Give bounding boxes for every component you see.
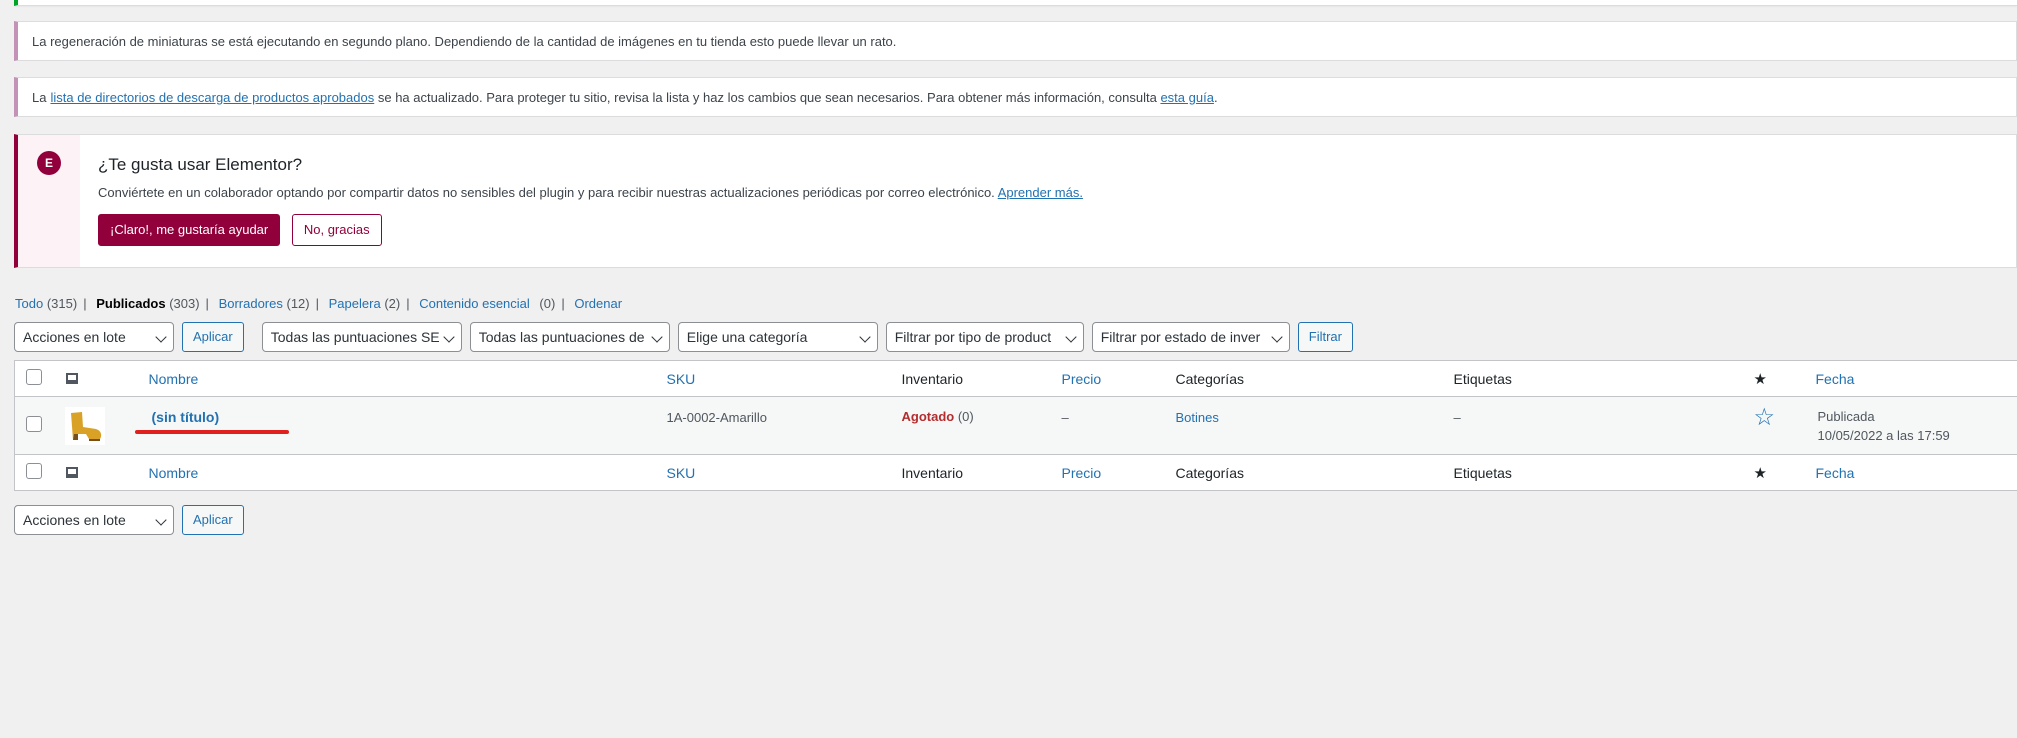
stock-status-filter-value: Filtrar por estado de inver [1100, 329, 1261, 345]
bulk-actions-value: Acciones en lote [23, 512, 126, 528]
guide-link[interactable]: esta guía [1160, 90, 1214, 105]
thumbnail-regeneration-notice: La regeneración de miniaturas se está ej… [14, 21, 2017, 61]
product-sku: 1A-0002-Amarillo [666, 410, 767, 425]
view-count: (315) [46, 296, 78, 311]
elementor-notice-title: ¿Te gusta usar Elementor? [98, 155, 303, 174]
notice-text: . [1213, 89, 1218, 105]
product-tags: – [1453, 410, 1461, 425]
product-type-filter-value: Filtrar por tipo de product [894, 329, 1052, 345]
image-icon [65, 466, 78, 478]
chevron-down-icon [1065, 331, 1077, 343]
elementor-logo-area: E [18, 135, 80, 267]
chevron-down-icon [155, 514, 167, 526]
elementor-logo-icon: E [37, 151, 61, 175]
chevron-down-icon [1271, 331, 1283, 343]
view-count: (0) [539, 296, 556, 311]
chevron-down-icon [443, 331, 455, 343]
categories-column-header: Categorías [1175, 370, 1244, 387]
view-essential-content[interactable]: Contenido esencial [419, 296, 530, 311]
decline-tracking-button[interactable]: No, gracias [291, 214, 382, 246]
apply-bulk-button-bottom[interactable]: Aplicar [182, 505, 244, 535]
elementor-optin-notice: E ¿Te gusta usar Elementor? Conviértete … [14, 134, 2017, 268]
featured-star-icon[interactable]: ★ [1754, 465, 1767, 482]
image-icon [65, 372, 78, 384]
chevron-down-icon [859, 331, 871, 343]
products-table: Nombre SKU Inventario Precio Categorías … [14, 360, 2017, 491]
notice-text: La [32, 89, 47, 105]
ratings-filter-value: Todas las puntuaciones SE [270, 329, 440, 345]
stock-count: (0) [957, 409, 974, 424]
product-price: – [1061, 410, 1069, 425]
date-status: Publicada [1817, 409, 1875, 424]
sort-price-column[interactable]: Precio [1062, 465, 1102, 481]
sort-name-column[interactable]: Nombre [149, 465, 199, 481]
boot-thumbnail-icon[interactable] [64, 406, 105, 445]
categories-column-header: Categorías [1175, 464, 1244, 481]
table-row: (sin título) 1A-0002-Amarillo Agotado (0… [14, 396, 2017, 455]
annotation-red-underline [135, 430, 289, 434]
stock-status-badge: Agotado [901, 409, 955, 424]
category-filter-value: Elige una categoría [686, 329, 808, 345]
sort-date-column[interactable]: Fecha [1816, 465, 1855, 481]
bottom-tablenav: Acciones en lote Aplicar [14, 505, 262, 535]
sort-price-column[interactable]: Precio [1062, 371, 1102, 387]
view-all[interactable]: Todo [15, 296, 43, 311]
sort-name-column[interactable]: Nombre [149, 371, 199, 387]
filter-button[interactable]: Filtrar [1297, 322, 1353, 352]
top-tablenav: Acciones en lote Aplicar Todas las puntu… [14, 322, 1371, 352]
product-title-link[interactable]: (sin título) [152, 409, 220, 425]
chevron-down-icon [651, 331, 663, 343]
view-count: (2) [384, 296, 401, 311]
tags-column-header: Etiquetas [1453, 370, 1512, 387]
notice-text: se ha actualizado. Para proteger tu siti… [374, 89, 1161, 105]
ratings-filter-select[interactable]: Todas las puntuaciones SE [261, 322, 462, 352]
sort-date-column[interactable]: Fecha [1816, 371, 1855, 387]
elementor-notice-description: Conviértete en un colaborador optando po… [98, 185, 998, 200]
apply-bulk-button[interactable]: Aplicar [182, 322, 244, 352]
view-trash[interactable]: Papelera [329, 296, 381, 311]
view-count: (303) [169, 296, 200, 311]
category-filter-select[interactable]: Elige una categoría [677, 322, 878, 352]
stock-status-filter-select[interactable]: Filtrar por estado de inver [1091, 322, 1290, 352]
select-all-checkbox[interactable] [26, 369, 42, 385]
download-directories-notice: La lista de directorios de descarga de p… [14, 77, 2017, 117]
date-value: 10/05/2022 a las 17:59 [1817, 428, 1950, 443]
learn-more-link[interactable]: Aprender más. [998, 185, 1083, 200]
ratings-filter-select-2[interactable]: Todas las puntuaciones de [469, 322, 670, 352]
row-checkbox[interactable] [26, 416, 42, 432]
view-drafts[interactable]: Borradores [219, 296, 283, 311]
tags-column-header: Etiquetas [1453, 464, 1512, 481]
category-link[interactable]: Botines [1176, 410, 1219, 425]
view-count: (12) [286, 296, 310, 311]
bulk-actions-value: Acciones en lote [23, 329, 126, 345]
product-type-filter-select[interactable]: Filtrar por tipo de product [885, 322, 1084, 352]
table-footer-row: Nombre SKU Inventario Precio Categorías … [14, 454, 2017, 491]
accept-tracking-button[interactable]: ¡Claro!, me gustaría ayudar [98, 214, 281, 246]
sort-sku-column[interactable]: SKU [667, 371, 696, 387]
bulk-actions-select[interactable]: Acciones en lote [14, 322, 174, 352]
ratings-filter-value: Todas las puntuaciones de [478, 329, 645, 345]
bulk-actions-select-bottom[interactable]: Acciones en lote [14, 505, 174, 535]
approved-directories-link[interactable]: lista de directorios de descarga de prod… [50, 90, 374, 105]
thumbnail-notice-text: La regeneración de miniaturas se está ej… [32, 33, 897, 49]
select-all-checkbox-bottom[interactable] [26, 463, 42, 479]
table-header-row: Nombre SKU Inventario Precio Categorías … [14, 361, 2017, 397]
featured-toggle-star-icon[interactable]: ☆ [1754, 404, 1776, 431]
sort-sku-column[interactable]: SKU [667, 465, 696, 481]
featured-star-icon[interactable]: ★ [1754, 371, 1767, 388]
stock-column-header: Inventario [901, 370, 963, 387]
stock-column-header: Inventario [901, 464, 963, 481]
chevron-down-icon [155, 331, 167, 343]
view-sort[interactable]: Ordenar [574, 296, 622, 311]
success-notice-edge [14, 0, 2017, 6]
view-published[interactable]: Publicados [96, 296, 165, 311]
status-views: Todo (315) | Publicados (303) | Borradores… [15, 296, 623, 311]
